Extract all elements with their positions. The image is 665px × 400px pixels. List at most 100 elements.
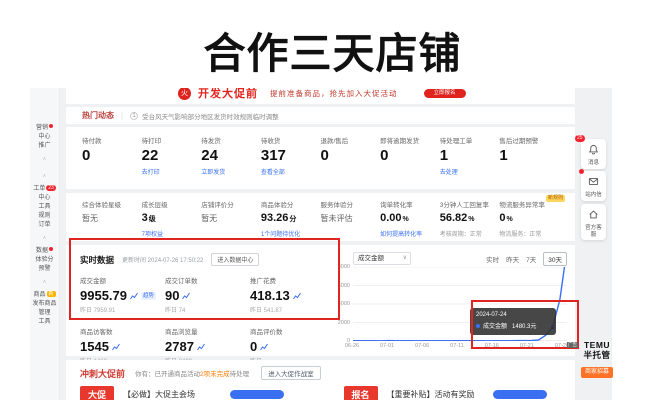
chevron-down-icon: ∨ <box>403 253 407 264</box>
sidebar-item[interactable]: 工具 <box>38 318 50 327</box>
sidebar-item-label: 数据 <box>36 248 48 254</box>
news-number-icon: 1 <box>130 112 138 120</box>
metric-select-dropdown[interactable]: 成交金额 ∨ <box>353 252 411 265</box>
metric-action-link[interactable]: 查看全部 <box>261 167 321 176</box>
metric-action-link[interactable]: 如何提高转化率 <box>380 229 440 238</box>
shop-metric: 店铺评价分 暂无 <box>201 199 261 241</box>
task-action-button[interactable] <box>230 390 284 399</box>
range-button[interactable]: 昨天 <box>506 254 519 264</box>
news-announcement-link[interactable]: 受台风天气影响部分地区发货时效规则临时调整 <box>142 111 279 121</box>
metric-action-link[interactable]: 去打印 <box>142 167 202 176</box>
promo-desc: 你有：已开通商品活动2项未完成待处理 <box>135 368 249 378</box>
task-badge: 大促 <box>80 386 114 400</box>
order-metric: 售后过期预警 1 <box>499 135 559 189</box>
sidebar-item[interactable]: 订单 <box>38 221 50 230</box>
banner-cta-button[interactable]: 立即报名 <box>424 89 466 98</box>
annotation-box-tooltip <box>471 300 579 349</box>
metric-label: 售后过期预警 <box>499 135 559 145</box>
metric-value: 0% <box>499 212 559 226</box>
metric-value: 56.82% <box>440 212 500 226</box>
order-metric: 待打印 22 去打印 <box>142 135 202 189</box>
metric-value: 暂无 <box>201 212 261 225</box>
metric-status-text: 物流服务：正常 <box>499 229 559 238</box>
metric-action-link[interactable]: 去处理 <box>440 167 500 176</box>
sidebar-item-label: 营销 <box>36 125 48 131</box>
sidebar-item[interactable]: 工单23 <box>33 185 56 194</box>
sidebar-item[interactable]: ∧ <box>43 155 47 164</box>
metric-value: 3级 <box>142 212 202 226</box>
metric-value: 0.00% <box>380 212 440 226</box>
metric-action-link[interactable]: 7项权益 <box>142 229 202 238</box>
house-icon <box>588 209 599 220</box>
message-count-badge: 25 <box>575 135 585 142</box>
promo-sprint-card: 冲刺大促前 你有：已开通商品活动2项未完成待处理 进入大促作战室 大促 【必做】… <box>66 360 575 400</box>
sidebar-item-label: 预警 <box>38 266 50 272</box>
trend-chart-icon[interactable] <box>197 343 205 351</box>
sidebar-item[interactable]: ∧ <box>43 278 47 287</box>
inbox-fab-button[interactable]: 站内信 <box>581 171 606 201</box>
task-badge: 报名 <box>344 386 378 400</box>
mail-icon <box>588 176 599 187</box>
metric-label: 商品评价数 <box>250 326 335 336</box>
sidebar-item[interactable]: 中心 <box>38 194 50 203</box>
range-button[interactable]: 实时 <box>486 254 499 264</box>
sidebar-item[interactable]: 推广 <box>38 142 50 151</box>
sidebar-item[interactable]: 体验分 <box>35 256 53 265</box>
metric-action-link[interactable]: 1个问题待优化 <box>261 229 321 238</box>
metric-label: 商品访客数 <box>80 326 165 336</box>
sidebar-item[interactable]: 工具 <box>38 203 50 212</box>
banner-subtitle: 提前准备商品，抢先加入大促活动 <box>270 88 398 99</box>
task-title[interactable]: 【必做】大促主会场 <box>123 389 195 400</box>
range-button[interactable]: 30天 <box>543 252 567 266</box>
metric-value: 93.26分 <box>261 212 321 226</box>
sidebar-item-badge: 新 <box>47 291 56 297</box>
sidebar-item-label: ∧ <box>43 173 47 179</box>
metric-action-link[interactable]: 立即发货 <box>201 167 261 176</box>
sidebar-item[interactable]: 规则 <box>38 212 50 221</box>
merchant-recruit-button[interactable]: 商家招募 <box>581 367 613 378</box>
metric-label: 成长层级 <box>142 199 202 209</box>
sidebar-item-label: 中心 <box>38 195 50 201</box>
metric-label: 服务体验分 <box>321 199 381 209</box>
sidebar-item[interactable]: 数据 <box>36 247 53 256</box>
promo-banner[interactable]: 火 开发大促前 提前准备商品，抢先加入大促活动 立即报名 <box>66 88 575 104</box>
metric-value: 0 <box>321 148 381 164</box>
sidebar-item[interactable]: 管理 <box>38 309 50 318</box>
task-action-button[interactable] <box>493 390 547 399</box>
hot-news-bar: 热门动态 | 1 受台风天气影响部分地区发货时效规则临时调整 <box>66 107 575 124</box>
range-button[interactable]: 7天 <box>526 254 536 264</box>
sidebar-item[interactable]: 商品新 <box>33 291 55 300</box>
divider: | <box>121 111 123 120</box>
sidebar-item-label: 工具 <box>38 319 50 325</box>
sidebar-item[interactable]: 营销 <box>36 124 53 133</box>
metric-label: 商品浏览量 <box>165 326 250 336</box>
annotation-box-realtime <box>69 238 340 320</box>
messages-fab-button[interactable]: 25 消息 <box>581 139 606 169</box>
task-title[interactable]: 【重要补贴】活动有奖励 <box>387 389 475 400</box>
trend-chart-icon[interactable] <box>112 343 120 351</box>
sidebar-item[interactable]: 预警 <box>38 265 50 274</box>
sidebar-item[interactable]: ∧ <box>43 172 47 181</box>
official-service-fab-button[interactable]: 官方客服 <box>581 204 606 240</box>
trend-chart-icon[interactable] <box>260 343 268 351</box>
sidebar-item-label: ∧ <box>43 156 47 162</box>
metric-value: 24 <box>201 148 261 164</box>
shop-metric: 商品体验分 93.26分 1个问题待优化 <box>261 199 321 241</box>
sidebar-item[interactable]: 发布商品 <box>32 300 56 309</box>
promo-tasks: 大促 【必做】大促主会场 报名 【重要补贴】活动有奖励 <box>80 386 561 400</box>
metric-value: 0 <box>380 148 440 164</box>
sidebar-item[interactable]: ∧ <box>43 234 47 243</box>
order-metric: 即将逾期发货 0 <box>380 135 440 189</box>
metric-label: 待处理工单 <box>440 135 500 145</box>
order-metric: 待付款 0 <box>82 135 142 189</box>
range-switcher: 实时 昨天 7天 30天 <box>486 252 567 266</box>
sidebar-nav: 营销 中心 推广 ∧ ∧ 工单23 中心 工具 规则 订单 ∧ 数据 <box>30 88 60 400</box>
temu-ad[interactable]: 广告 TEMU 半托管 商家招募 <box>574 341 620 378</box>
metric-value: 0 <box>250 339 257 354</box>
war-room-button[interactable]: 进入大促作战室 <box>261 366 321 380</box>
sidebar-item-label: ∧ <box>43 235 47 241</box>
metric-value: 0 <box>82 148 142 164</box>
order-metric: 待发货 24 立即发货 <box>201 135 261 189</box>
sidebar-item[interactable]: 中心 <box>38 133 50 142</box>
shop-metric: 服务体验分 暂未评估 <box>321 199 381 241</box>
